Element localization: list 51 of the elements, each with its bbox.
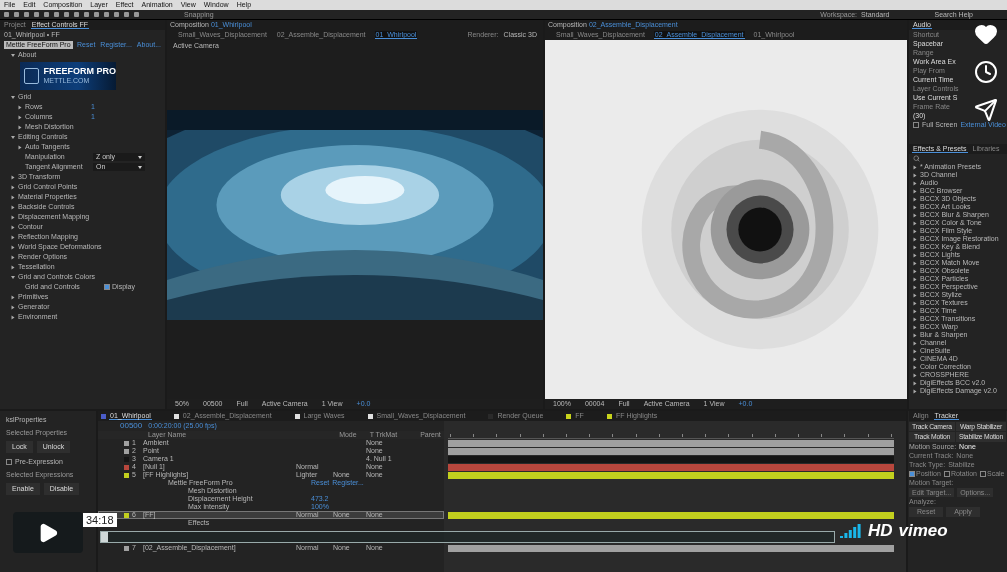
logo-icon [24, 68, 40, 84]
checkbox[interactable] [6, 458, 12, 465]
search-icon[interactable] [913, 155, 920, 162]
expand-arrow-icon[interactable] [11, 215, 15, 219]
expand-arrow-icon[interactable] [11, 295, 15, 299]
expand-arrow-icon[interactable] [11, 245, 15, 249]
expand-arrow-icon[interactable] [11, 195, 15, 199]
expand-arrow-icon[interactable] [18, 115, 22, 119]
send-icon[interactable] [974, 98, 998, 122]
timecode[interactable]: 00500 [120, 421, 143, 431]
layer-bar[interactable] [448, 544, 894, 552]
expand-arrow-icon[interactable] [11, 225, 15, 229]
expand-arrow-icon[interactable] [11, 265, 15, 269]
layer-bar[interactable] [448, 471, 894, 479]
expand-arrow-icon[interactable] [11, 235, 15, 239]
layer-bar[interactable] [448, 511, 894, 519]
heart-icon[interactable] [974, 22, 998, 46]
expand-arrow-icon[interactable] [11, 255, 15, 259]
expand-arrow-icon[interactable] [11, 95, 15, 99]
layer-bar[interactable] [448, 447, 894, 455]
expand-arrow-icon[interactable] [18, 105, 22, 109]
expand-arrow-icon[interactable] [11, 135, 15, 139]
label-swatch[interactable] [124, 464, 129, 470]
label-swatch[interactable] [124, 472, 129, 478]
expand-arrow-icon[interactable] [11, 315, 15, 319]
signal-icon [840, 524, 862, 539]
expand-arrow-icon[interactable] [11, 275, 15, 279]
expand-arrow-icon[interactable] [18, 125, 22, 129]
play-button[interactable] [13, 512, 83, 553]
expand-arrow-icon[interactable] [18, 145, 22, 149]
logo-title: FREEFORM PRO [43, 67, 116, 78]
layer-bar[interactable] [448, 439, 894, 447]
expand-arrow-icon[interactable] [11, 305, 15, 309]
progress-bar[interactable] [100, 531, 835, 543]
checkbox[interactable] [104, 284, 111, 290]
clock-icon[interactable] [974, 60, 998, 84]
label-swatch[interactable] [124, 545, 129, 551]
expand-arrow-icon[interactable] [11, 175, 15, 179]
label-swatch[interactable] [124, 448, 129, 454]
label-swatch[interactable] [124, 512, 129, 518]
checkbox[interactable] [943, 470, 950, 477]
vimeo-logo[interactable]: vimeo [898, 522, 948, 541]
time-badge: 34:18 [83, 513, 117, 528]
expand-arrow-icon[interactable] [11, 185, 15, 189]
expand-arrow-icon[interactable] [11, 205, 15, 209]
checkbox[interactable] [913, 122, 919, 128]
checkbox[interactable] [909, 470, 915, 477]
label-swatch[interactable] [124, 440, 129, 446]
checkbox[interactable] [980, 470, 986, 477]
hd-label[interactable]: HD [868, 522, 893, 541]
expand-arrow-icon[interactable] [11, 53, 15, 57]
